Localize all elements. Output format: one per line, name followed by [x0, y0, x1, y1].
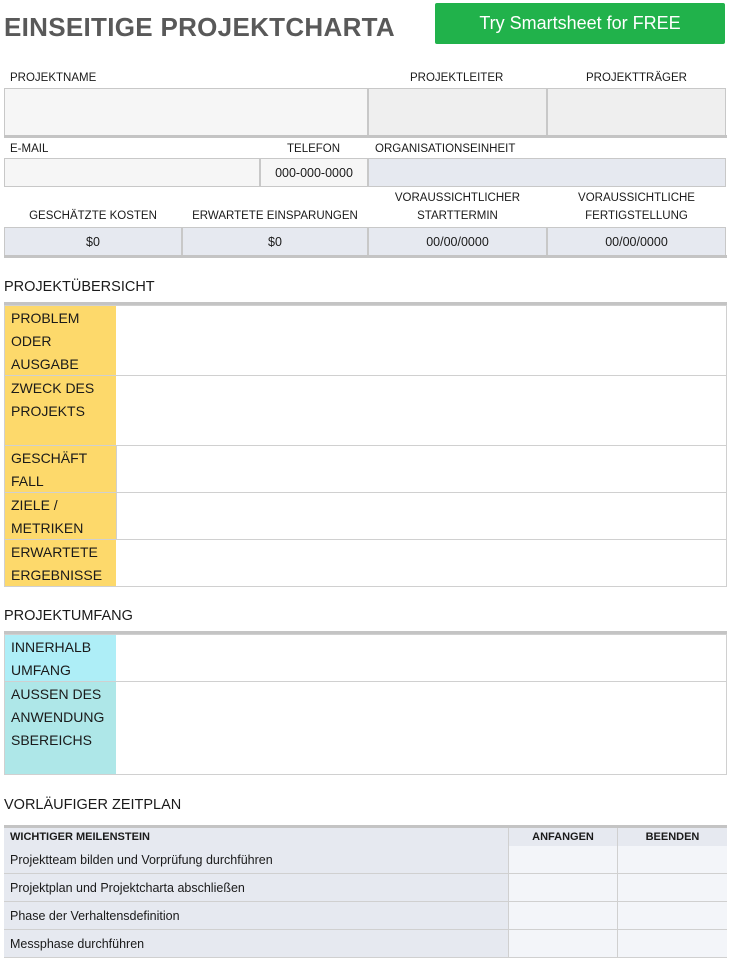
overview-row-results: ERWARTETE ERGEBNISSE [4, 539, 727, 587]
start-cell[interactable] [509, 874, 618, 901]
projekttraeger-label: PROJEKTTRÄGER [586, 72, 687, 84]
start-label-line2: STARTTERMIN [417, 210, 498, 222]
einsparungen-field[interactable]: $0 [182, 227, 368, 256]
end-label-line2: FERTIGSTELLUNG [585, 210, 688, 222]
timeline-row: Messphase durchführen [4, 930, 727, 958]
scope-row-content[interactable] [116, 635, 726, 681]
overview-section-title: PROJEKTÜBERSICHT [4, 279, 155, 295]
timeline-section-title: VORLÄUFIGER ZEITPLAN [4, 797, 182, 813]
projektleiter-label: PROJEKTLEITER [410, 72, 504, 84]
organisation-label: ORGANISATIONSEINHEIT [375, 143, 516, 155]
end-cell[interactable] [618, 902, 727, 929]
milestone-cell[interactable]: Projektplan und Projektcharta abschließe… [4, 874, 509, 901]
start-cell[interactable] [509, 902, 618, 929]
projektname-label: PROJEKTNAME [10, 72, 97, 84]
kosten-field[interactable]: $0 [4, 227, 182, 256]
try-smartsheet-button[interactable]: Try Smartsheet for FREE [435, 3, 725, 44]
email-label: E-MAIL [10, 143, 49, 155]
milestone-cell[interactable]: Phase der Verhaltensdefinition [4, 902, 509, 929]
timeline-row: Phase der Verhaltensdefinition [4, 902, 727, 930]
scope-row-content[interactable] [116, 682, 726, 774]
start-cell[interactable] [509, 846, 618, 873]
email-field[interactable] [4, 158, 260, 187]
scope-section-title: PROJEKTUMFANG [4, 608, 133, 624]
overview-row-content[interactable] [116, 306, 726, 375]
overview-row-purpose: ZWECK DES PROJEKTS [4, 375, 727, 446]
start-date-field[interactable]: 00/00/0000 [368, 227, 547, 256]
organisation-field[interactable] [368, 158, 726, 187]
overview-row-label: ERWARTETE ERGEBNISSE [5, 540, 116, 586]
projekttraeger-field[interactable] [547, 88, 726, 136]
scope-row-label: AUßEN DES ANWENDUNG SBEREICHS [5, 682, 116, 774]
overview-row-content[interactable] [116, 376, 726, 445]
divider [4, 135, 727, 138]
projektname-field[interactable] [4, 88, 368, 136]
scope-row-outside: AUßEN DES ANWENDUNG SBEREICHS [4, 681, 727, 775]
start-label-line1: VORAUSSICHTLICHER [394, 192, 521, 204]
overview-row-content[interactable] [116, 446, 726, 492]
end-date-field[interactable]: 00/00/0000 [547, 227, 726, 256]
overview-row-content[interactable] [116, 493, 726, 539]
scope-row-label: INNERHALB UMFANG [5, 635, 116, 681]
overview-row-goals: ZIELE / METRIKEN [4, 492, 727, 540]
end-label-line1: VORAUSSICHTLICHE [578, 192, 695, 204]
end-cell[interactable] [618, 874, 727, 901]
overview-row-label: ZIELE / METRIKEN [5, 493, 116, 539]
timeline-header: WICHTIGER MEILENSTEIN ANFANGEN BEENDEN [4, 825, 727, 846]
scope-row-inside: INNERHALB UMFANG [4, 634, 727, 682]
projektleiter-field[interactable] [368, 88, 547, 136]
overview-row-label: ZWECK DES PROJEKTS [5, 376, 116, 445]
timeline-row: Projektplan und Projektcharta abschließe… [4, 874, 727, 902]
milestone-column-header: WICHTIGER MEILENSTEIN [4, 828, 509, 846]
end-column-header: BEENDEN [645, 831, 700, 843]
divider [4, 255, 727, 258]
overview-row-label: GESCHÄFT FALL [5, 446, 116, 492]
end-cell[interactable] [618, 846, 727, 873]
page-title: EINSEITIGE PROJEKTCHARTA [4, 12, 395, 42]
telefon-field[interactable]: 000-000-0000 [260, 158, 368, 187]
milestone-cell[interactable]: Projektteam bilden und Vorprüfung durchf… [4, 846, 509, 873]
start-column-header: ANFANGEN [509, 828, 618, 846]
start-cell[interactable] [509, 930, 618, 957]
timeline-row: Projektteam bilden und Vorprüfung durchf… [4, 846, 727, 874]
overview-row-business-case: GESCHÄFT FALL [4, 445, 727, 493]
milestone-cell[interactable]: Messphase durchführen [4, 930, 509, 957]
overview-row-content[interactable] [116, 540, 726, 586]
overview-row-problem: PROBLEM ODER AUSGABE [4, 305, 727, 376]
telefon-label: TELEFON [287, 143, 341, 155]
end-cell[interactable] [618, 930, 727, 957]
kosten-label: GESCHÄTZTE KOSTEN [29, 210, 157, 222]
overview-row-label: PROBLEM ODER AUSGABE [5, 306, 116, 375]
einsparungen-label: ERWARTETE EINSPARUNGEN [192, 210, 358, 222]
